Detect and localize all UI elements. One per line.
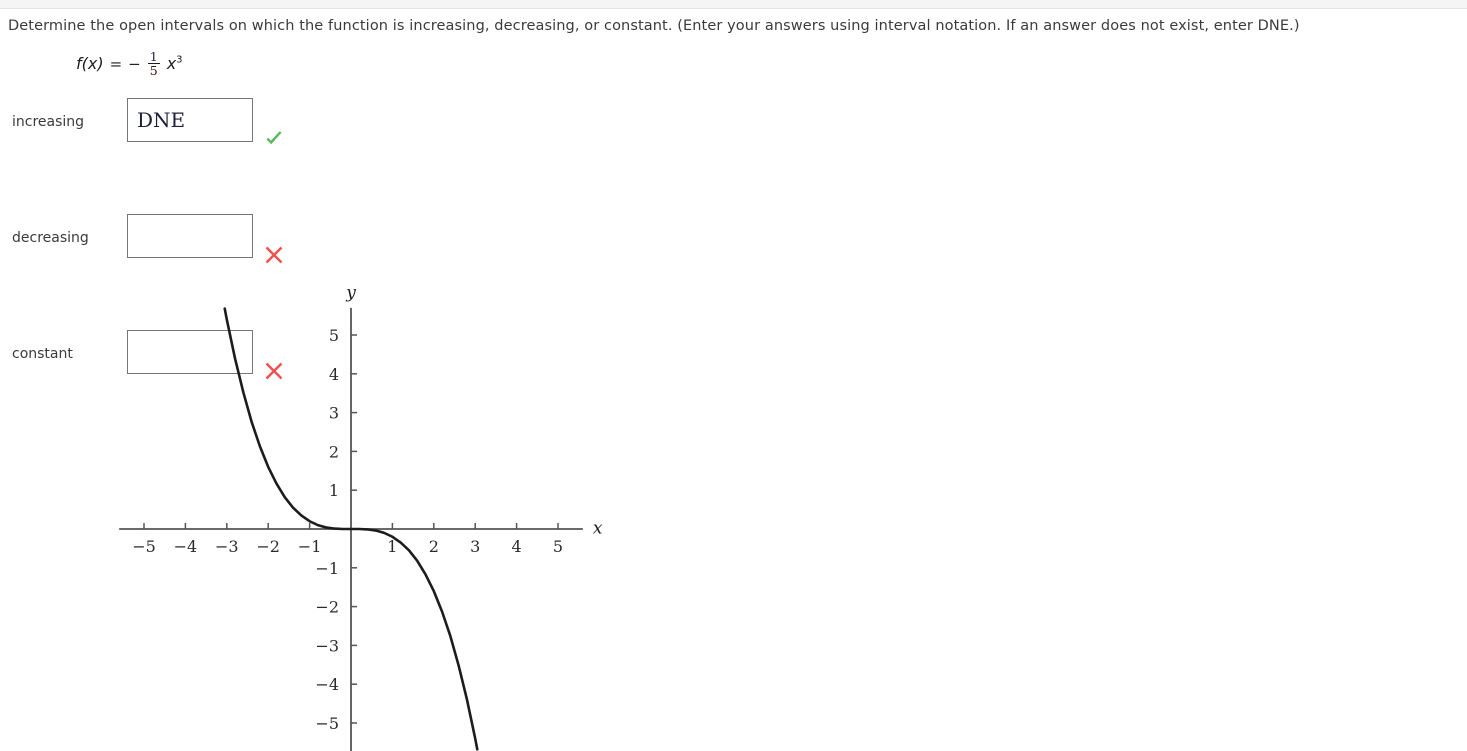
formula-equals: = bbox=[109, 54, 123, 73]
page-top-band bbox=[0, 0, 1467, 9]
x-tick-label: −1 bbox=[298, 537, 322, 556]
check-icon bbox=[264, 129, 284, 149]
formula-sign: − bbox=[128, 54, 141, 73]
formula-function-name: f(x) bbox=[76, 54, 104, 74]
y-tick-label: −1 bbox=[315, 559, 339, 578]
input-increasing[interactable]: DNE bbox=[127, 98, 253, 142]
x-tick-label: 5 bbox=[553, 537, 563, 556]
x-tick-label: −5 bbox=[132, 537, 156, 556]
x-tick-label: 4 bbox=[512, 537, 522, 556]
y-tick-label: −3 bbox=[315, 636, 339, 655]
formula-denominator: 5 bbox=[147, 63, 160, 79]
answer-row-decreasing: decreasing bbox=[0, 156, 320, 264]
x-tick-label: −3 bbox=[215, 537, 239, 556]
answer-row-increasing: increasing DNE bbox=[0, 98, 320, 156]
x-tick-label: −4 bbox=[174, 537, 198, 556]
x-tick-label: −2 bbox=[256, 537, 280, 556]
y-tick-label: 3 bbox=[329, 404, 339, 423]
formula-exponent: 3 bbox=[176, 54, 183, 66]
label-constant: constant bbox=[12, 346, 73, 362]
x-tick-label: 2 bbox=[429, 537, 439, 556]
function-graph: −5 −4 −3 −2 −1 1 2 3 4 5 −5 −4 −3 −2 −1 1 2 3 4 5 y x bbox=[110, 282, 630, 751]
function-formula: f(x) = − 1 5 x3 bbox=[76, 50, 183, 77]
graph-canvas: −5 −4 −3 −2 −1 1 2 3 4 5−5−4−3−2−112345 y x bbox=[119, 283, 603, 751]
y-tick-label: −2 bbox=[315, 598, 339, 617]
x-tick-label: 3 bbox=[470, 537, 480, 556]
y-tick-label: 2 bbox=[329, 442, 339, 461]
answer-rows: increasing DNE decreasing constant bbox=[0, 98, 320, 380]
formula-fraction: 1 5 bbox=[147, 49, 160, 79]
y-tick-label: 4 bbox=[329, 365, 339, 384]
x-axis-label: x bbox=[593, 519, 603, 539]
y-axis-label: y bbox=[345, 283, 356, 303]
formula-variable-term: x3 bbox=[167, 54, 183, 73]
label-increasing: increasing bbox=[12, 114, 85, 130]
formula-numerator: 1 bbox=[149, 49, 158, 64]
y-tick-label: −4 bbox=[315, 675, 339, 694]
y-tick-label: 1 bbox=[329, 481, 339, 500]
y-tick-label: 5 bbox=[329, 326, 339, 345]
formula-variable: x bbox=[166, 54, 177, 74]
y-tick-label: −5 bbox=[315, 714, 339, 733]
question-prompt: Determine the open intervals on which th… bbox=[8, 18, 1300, 34]
answer-row-constant: constant bbox=[0, 214, 320, 380]
